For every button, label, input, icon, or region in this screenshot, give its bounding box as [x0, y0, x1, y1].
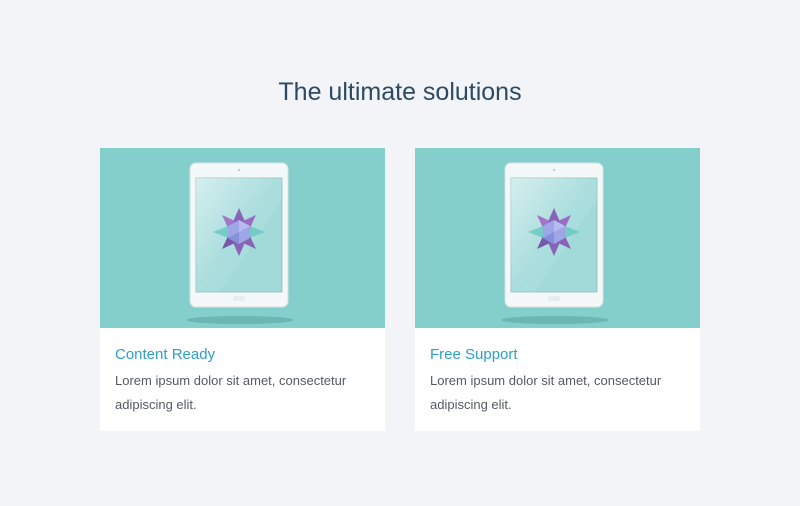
- card-description: Lorem ipsum dolor sit amet, consectetur …: [430, 373, 662, 412]
- card-image: [100, 148, 385, 328]
- feature-card-content-ready: Content Ready Lorem ipsum dolor sit amet…: [100, 148, 385, 431]
- card-description: Lorem ipsum dolor sit amet, consectetur …: [115, 373, 347, 412]
- feature-card-free-support: Free Support Lorem ipsum dolor sit amet,…: [415, 148, 700, 431]
- card-title[interactable]: Content Ready: [115, 345, 215, 365]
- section-title: The ultimate solutions: [278, 78, 522, 106]
- card-title[interactable]: Free Support: [430, 345, 518, 365]
- tablet-icon: [186, 162, 294, 324]
- tablet-icon: [501, 162, 609, 324]
- card-image: [415, 148, 700, 328]
